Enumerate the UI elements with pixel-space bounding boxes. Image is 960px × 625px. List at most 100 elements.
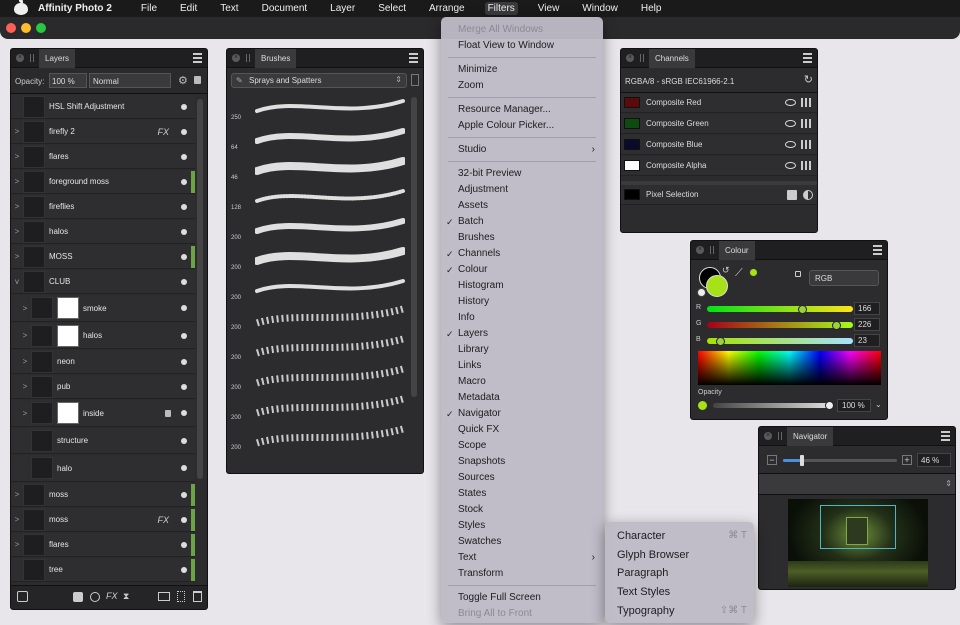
menu-item[interactable]: Brushes [441, 230, 603, 246]
visibility-dot[interactable] [181, 383, 187, 390]
submenu-item[interactable]: Character ⌘ T [617, 527, 747, 545]
pixel-selection-row[interactable]: Pixel Selection [621, 185, 817, 205]
channel-row[interactable]: Composite Blue [621, 135, 817, 155]
menu-item[interactable]: ✓ Batch [441, 214, 603, 230]
submenu-item[interactable]: Text Styles [617, 583, 747, 601]
panel-menu-icon[interactable] [803, 53, 812, 63]
close-icon[interactable]: × [696, 246, 704, 254]
blue-value[interactable]: 23 [854, 334, 880, 347]
delete-icon[interactable] [193, 591, 202, 602]
visibility-dot[interactable] [181, 491, 187, 498]
menu-item[interactable]: Styles [441, 518, 603, 534]
menu-filters[interactable]: Filters [484, 2, 518, 15]
layer-row[interactable]: halo [11, 455, 195, 482]
mask-icon[interactable] [73, 592, 83, 602]
menu-item[interactable]: Apple Colour Picker... [441, 118, 603, 134]
group-icon[interactable] [158, 592, 170, 601]
expand-icon[interactable]: > [11, 252, 23, 261]
panel-menu-icon[interactable] [193, 53, 202, 63]
brush-item[interactable]: 200 [227, 273, 405, 303]
red-slider-knob[interactable] [797, 304, 807, 314]
layer-row[interactable]: > foreground moss [11, 170, 195, 194]
brush-item[interactable]: 200 [227, 243, 405, 273]
picked-colour-swatch[interactable] [749, 268, 758, 277]
eye-icon[interactable] [785, 120, 796, 127]
brush-item[interactable]: 200 [227, 303, 404, 333]
visibility-dot[interactable] [181, 541, 187, 548]
menu-item[interactable]: Macro [441, 374, 603, 390]
layer-row[interactable]: > halos [11, 323, 195, 349]
visibility-dot[interactable] [181, 566, 187, 573]
menu-document[interactable]: Document [259, 2, 311, 15]
red-slider[interactable] [707, 306, 853, 312]
minimize-window-button[interactable] [21, 23, 31, 33]
brush-item[interactable]: 200 [227, 333, 404, 363]
layer-row[interactable]: > moss [11, 483, 195, 507]
menu-item[interactable]: States [441, 486, 603, 502]
pixel-layer-icon[interactable]: ⧗ [123, 591, 129, 602]
eye-icon[interactable] [785, 162, 796, 169]
zoom-value[interactable]: 46 % [917, 453, 951, 467]
zoom-out-button[interactable]: − [767, 455, 777, 465]
layer-row[interactable]: > halos [11, 220, 195, 244]
expand-icon[interactable]: > [11, 515, 23, 524]
lock-icon[interactable] [795, 271, 801, 277]
brush-item[interactable]: 200 [227, 363, 404, 393]
visibility-dot[interactable] [181, 332, 187, 339]
blend-mode-select[interactable]: Normal [89, 73, 171, 88]
green-slider-knob[interactable] [831, 320, 841, 330]
menu-view[interactable]: View [535, 2, 563, 15]
layer-row[interactable]: > moss FX [11, 508, 195, 532]
brush-item[interactable]: 64 [227, 123, 405, 153]
menu-layer[interactable]: Layer [327, 2, 358, 15]
scrollbar[interactable] [197, 99, 203, 479]
grip-icon[interactable] [710, 246, 714, 254]
close-icon[interactable]: × [626, 54, 634, 62]
brush-options-icon[interactable] [411, 74, 419, 86]
brush-item[interactable]: 46 [227, 153, 405, 183]
primary-colour-swatch[interactable] [706, 275, 728, 297]
expand-icon[interactable]: > [19, 304, 31, 313]
menu-item[interactable]: Zoom [441, 78, 603, 94]
menu-help[interactable]: Help [638, 2, 665, 15]
menu-item[interactable]: Sources [441, 470, 603, 486]
layer-row[interactable]: > flares [11, 145, 195, 169]
menu-item[interactable]: Links [441, 358, 603, 374]
channel-row[interactable]: Composite Alpha [621, 156, 817, 176]
expand-icon[interactable]: > [19, 331, 31, 340]
opacity-slider-knob[interactable] [824, 401, 834, 410]
grip-icon[interactable] [778, 432, 782, 440]
zoom-slider-knob[interactable] [800, 455, 804, 466]
expand-icon[interactable]: > [11, 177, 23, 186]
brush-item[interactable]: 200 [227, 423, 404, 453]
menu-item[interactable]: Text › [441, 550, 603, 566]
expand-icon[interactable]: > [19, 409, 31, 418]
close-icon[interactable]: × [232, 54, 240, 62]
lock-icon[interactable] [165, 409, 171, 417]
menu-item[interactable]: Metadata [441, 390, 603, 406]
visibility-dot[interactable] [181, 410, 187, 416]
close-window-button[interactable] [6, 23, 16, 33]
eye-icon[interactable] [785, 141, 796, 148]
menu-item[interactable]: Resource Manager... [441, 102, 603, 118]
expand-icon[interactable]: > [19, 382, 31, 391]
visibility-dot[interactable] [181, 203, 187, 210]
menu-item[interactable]: Stock [441, 502, 603, 518]
visibility-dot[interactable] [181, 516, 187, 523]
menu-item[interactable]: Transform [441, 566, 603, 582]
fx-icon[interactable]: FX [157, 515, 169, 525]
channel-sliders-icon[interactable] [801, 119, 811, 128]
opacity-value[interactable]: 100 % [837, 399, 871, 412]
navigator-preview[interactable] [788, 499, 928, 587]
apple-icon[interactable] [14, 0, 28, 15]
panel-menu-icon[interactable] [409, 53, 418, 63]
opacity-slider[interactable] [713, 403, 829, 408]
menu-item[interactable]: Snapshots [441, 454, 603, 470]
menu-item[interactable]: ✓ Navigator [441, 406, 603, 422]
tab-brushes[interactable]: Brushes [255, 49, 297, 68]
visibility-dot[interactable] [181, 103, 187, 110]
visibility-dot[interactable] [181, 358, 187, 365]
menu-text[interactable]: Text [217, 2, 241, 15]
expand-icon[interactable]: v [11, 277, 23, 286]
menu-item[interactable]: ✓ Layers [441, 326, 603, 342]
